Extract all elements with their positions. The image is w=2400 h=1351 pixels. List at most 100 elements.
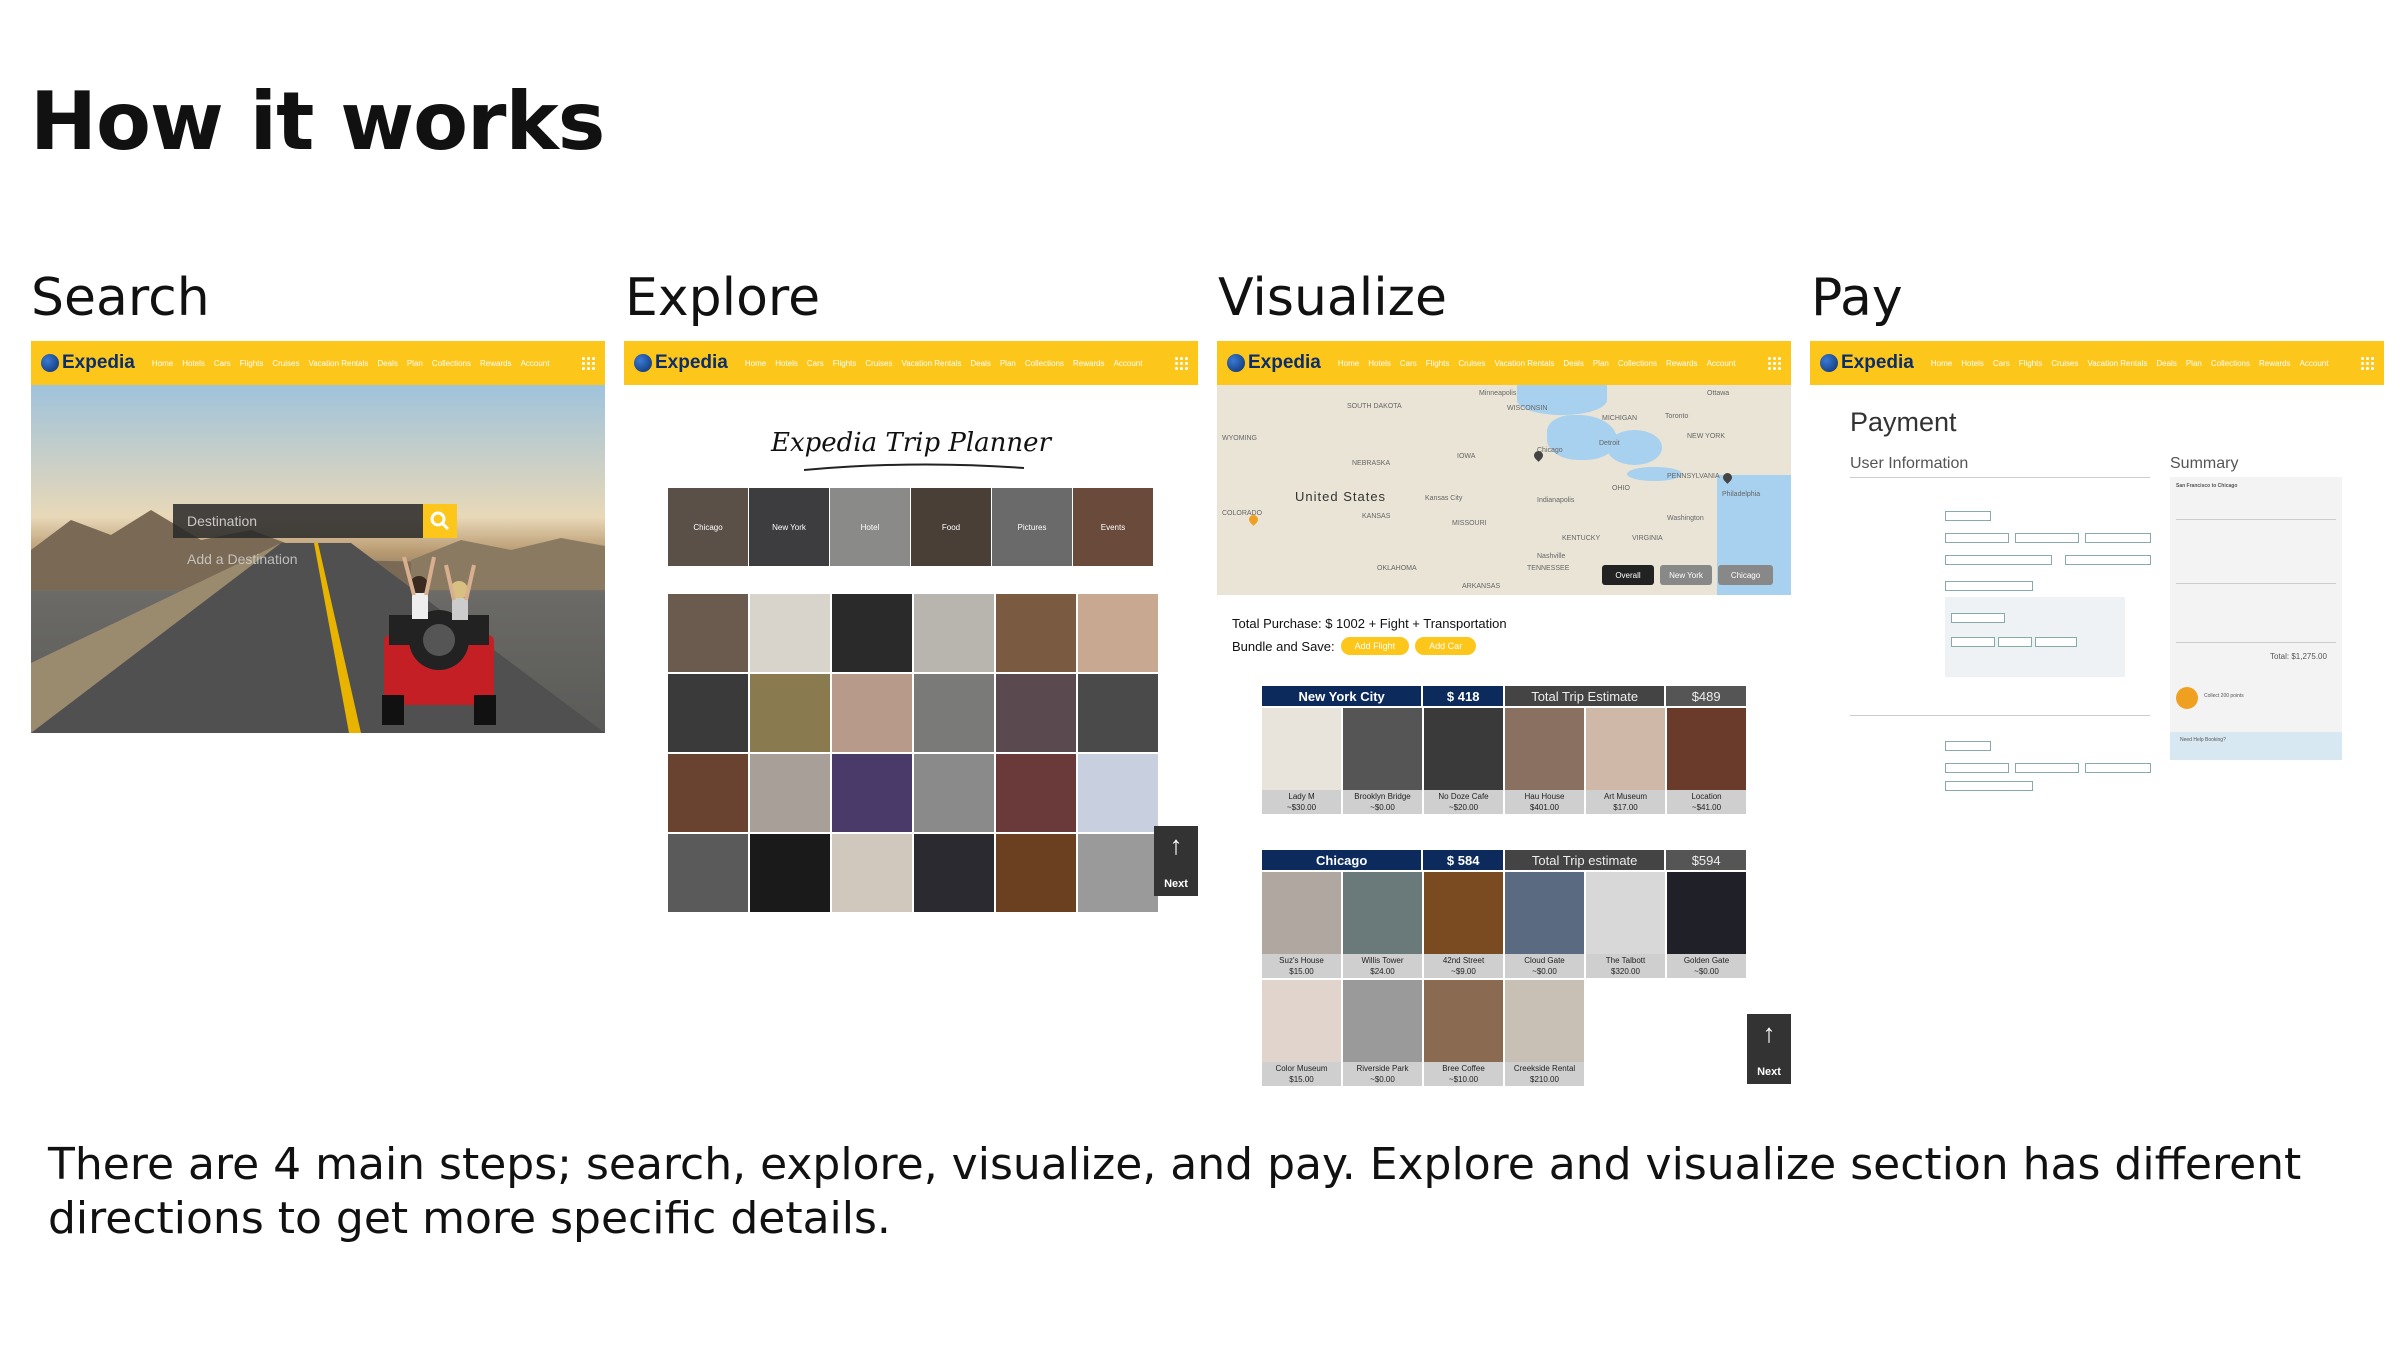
nav-link[interactable]: Flights [833,359,857,368]
trip-item[interactable]: Willis Tower $24.00 [1343,872,1422,978]
nav-link[interactable]: Rewards [2259,359,2291,368]
photo-tile[interactable] [996,754,1076,832]
nav-link[interactable]: Rewards [1073,359,1105,368]
map-overall-button[interactable]: Overall [1602,565,1654,585]
nav-link[interactable]: Hotels [1961,359,1984,368]
destination-input[interactable]: Destination [173,504,423,538]
nav-link[interactable]: Collections [1025,359,1064,368]
photo-tile[interactable] [832,594,912,672]
trip-item[interactable]: No Doze Cafe ~$20.00 [1424,708,1503,814]
nav-link[interactable]: Plan [1593,359,1609,368]
photo-tile[interactable] [1078,594,1158,672]
middle-name-field[interactable] [2015,533,2079,543]
nav-link[interactable]: Plan [407,359,423,368]
birth-year-select[interactable] [2035,637,2077,647]
category-tile-new-york[interactable]: New York [749,488,829,566]
nav-link[interactable]: Deals [1563,359,1583,368]
search-button[interactable] [423,504,457,538]
expedia-logo[interactable]: Expedia [634,352,728,374]
trip-item[interactable]: Cloud Gate ~$0.00 [1505,872,1584,978]
trip-item[interactable]: Bree Coffee ~$10.00 [1424,980,1503,1086]
middle-name-field[interactable] [2015,763,2079,773]
nav-link[interactable]: Cars [1993,359,2010,368]
trip-item[interactable]: Location ~$41.00 [1667,708,1746,814]
map-new-york-button[interactable]: New York [1660,565,1712,585]
nav-link[interactable]: Plan [2186,359,2202,368]
nav-link[interactable]: Hotels [1368,359,1391,368]
trip-item[interactable]: Creekside Rental $210.00 [1505,980,1584,1086]
next-button[interactable]: ↑ Next [1154,826,1198,896]
nav-link[interactable]: Cars [214,359,231,368]
nav-link[interactable]: Plan [1000,359,1016,368]
nav-link[interactable]: Deals [970,359,990,368]
nav-link[interactable]: Account [1707,359,1736,368]
nav-link[interactable]: Cars [1400,359,1417,368]
nav-link[interactable]: Vacation Rentals [901,359,961,368]
photo-tile[interactable] [996,674,1076,752]
apps-grid-icon[interactable] [1767,356,1781,370]
nav-link[interactable]: Collections [432,359,471,368]
photo-tile[interactable] [1078,754,1158,832]
nav-link[interactable]: Vacation Rentals [1494,359,1554,368]
photo-tile[interactable] [1078,834,1158,912]
nav-link[interactable]: Cars [807,359,824,368]
nav-link[interactable]: Vacation Rentals [2087,359,2147,368]
category-tile-events[interactable]: Events [1073,488,1153,566]
nav-link[interactable]: Home [152,359,173,368]
trip-item[interactable]: The Talbott $320.00 [1586,872,1665,978]
expedia-logo[interactable]: Expedia [1820,352,1914,374]
map-chicago-button[interactable]: Chicago [1718,565,1773,585]
nav-link[interactable]: Home [1931,359,1952,368]
add-destination-link[interactable]: Add a Destination [187,551,298,567]
nav-link[interactable]: Hotels [182,359,205,368]
last-name-field[interactable] [2085,533,2151,543]
nav-link[interactable]: Collections [2211,359,2250,368]
photo-tile[interactable] [750,834,830,912]
photo-tile[interactable] [914,594,994,672]
photo-tile[interactable] [750,754,830,832]
trip-item[interactable]: Lady M ~$30.00 [1262,708,1341,814]
apps-grid-icon[interactable] [2360,356,2374,370]
trip-item[interactable]: Brooklyn Bridge ~$0.00 [1343,708,1422,814]
nav-link[interactable]: Flights [240,359,264,368]
next-button[interactable]: ↑ Next [1747,1014,1791,1084]
nav-link[interactable]: Home [1338,359,1359,368]
category-tile-chicago[interactable]: Chicago [668,488,748,566]
gender-select[interactable] [1951,613,2005,623]
add-car-button[interactable]: Add Car [1415,637,1477,655]
nav-link[interactable]: Rewards [1666,359,1698,368]
nav-link[interactable]: Collections [1618,359,1657,368]
trip-item[interactable]: Riverside Park ~$0.00 [1343,980,1422,1086]
category-tile-food[interactable]: Food [911,488,991,566]
category-tile-pictures[interactable]: Pictures [992,488,1072,566]
photo-tile[interactable] [668,594,748,672]
photo-tile[interactable] [832,754,912,832]
nav-link[interactable]: Vacation Rentals [308,359,368,368]
photo-tile[interactable] [668,834,748,912]
title-select[interactable] [1945,741,1991,751]
photo-tile[interactable] [996,594,1076,672]
photo-tile[interactable] [996,834,1076,912]
passport-country-select[interactable] [1945,581,2033,591]
trip-item[interactable]: Hau House $401.00 [1505,708,1584,814]
first-name-field[interactable] [1945,763,2009,773]
nav-link[interactable]: Home [745,359,766,368]
apps-grid-icon[interactable] [1174,356,1188,370]
photo-tile[interactable] [832,834,912,912]
trip-item[interactable]: Color Museum $15.00 [1262,980,1341,1086]
nav-link[interactable]: Account [2300,359,2329,368]
photo-tile[interactable] [668,754,748,832]
photo-tile[interactable] [1078,674,1158,752]
birth-day-select[interactable] [1998,637,2032,647]
phone-number-field[interactable] [2065,555,2151,565]
add-flight-button[interactable]: Add Flight [1340,637,1410,655]
nav-link[interactable]: Account [521,359,550,368]
expedia-logo[interactable]: Expedia [1227,352,1321,374]
photo-tile[interactable] [750,674,830,752]
nav-link[interactable]: Cruises [272,359,299,368]
apps-grid-icon[interactable] [581,356,595,370]
trip-item[interactable]: Suz's House $15.00 [1262,872,1341,978]
first-name-field[interactable] [1945,533,2009,543]
title-select[interactable] [1945,511,1991,521]
nav-link[interactable]: Deals [2156,359,2176,368]
